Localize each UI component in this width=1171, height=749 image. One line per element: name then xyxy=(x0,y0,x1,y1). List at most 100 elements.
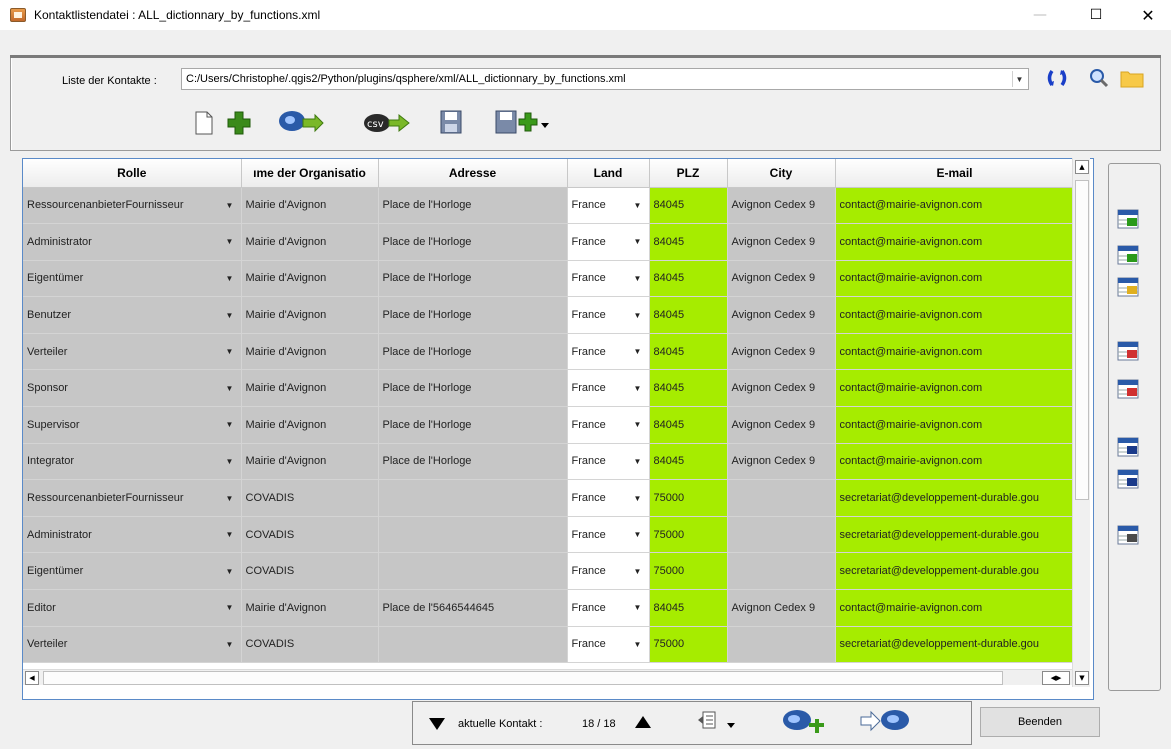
role-cell[interactable]: Administrator ▼ xyxy=(23,516,242,554)
plz-cell[interactable]: 75000 xyxy=(649,552,728,591)
city-cell[interactable] xyxy=(727,516,836,554)
city-cell[interactable]: Avignon Cedex 9 xyxy=(727,260,836,298)
chevron-down-icon[interactable]: ▼ xyxy=(223,311,237,320)
chevron-down-icon[interactable]: ▼ xyxy=(1012,71,1026,87)
column-header-country[interactable]: Land xyxy=(567,159,650,188)
previous-contact-icon[interactable] xyxy=(426,715,448,733)
plz-cell[interactable]: 84045 xyxy=(649,443,728,481)
email-cell[interactable]: contact@mairie-avignon.com xyxy=(835,223,1075,261)
table-row[interactable]: RessourcenanbieterFournisseur ▼ Mairie d'A… xyxy=(23,187,1075,225)
chevron-down-icon[interactable]: ▼ xyxy=(631,384,645,393)
chevron-down-icon[interactable]: ▼ xyxy=(631,420,645,429)
organisation-cell[interactable]: COVADIS xyxy=(241,479,379,517)
email-cell[interactable]: secretariat@developpement-durable.gou xyxy=(835,552,1075,591)
city-cell[interactable] xyxy=(727,479,836,517)
table-row[interactable]: Verteiler ▼ COVADIS France ▼ 75000 secretariat… xyxy=(23,626,1075,664)
email-cell[interactable]: contact@mairie-avignon.com xyxy=(835,406,1075,444)
table-icon[interactable] xyxy=(1117,524,1139,546)
reload-icon[interactable] xyxy=(1044,66,1070,90)
chevron-down-icon[interactable]: ▼ xyxy=(631,237,645,246)
horizontal-scroll-thumb[interactable] xyxy=(43,671,1003,685)
save-icon[interactable] xyxy=(438,108,464,136)
city-cell[interactable]: Avignon Cedex 9 xyxy=(727,443,836,481)
chevron-down-icon[interactable]: ▼ xyxy=(223,237,237,246)
chevron-down-icon[interactable]: ▼ xyxy=(631,494,645,503)
column-header-plz[interactable]: PLZ xyxy=(649,159,728,188)
country-cell[interactable]: France ▼ xyxy=(567,626,650,664)
add-contacts-icon[interactable] xyxy=(276,106,326,138)
address-cell[interactable]: Place de l'Horloge xyxy=(378,443,568,481)
organisation-cell[interactable]: COVADIS xyxy=(241,552,379,591)
country-cell[interactable]: France ▼ xyxy=(567,406,650,444)
vertical-scrollbar[interactable]: ▲ ▼ xyxy=(1072,158,1090,687)
table-row[interactable]: Sponsor ▼ Mairie d'Avignon Place de l'Horlo… xyxy=(23,369,1075,408)
quit-button[interactable]: Beenden xyxy=(980,707,1100,737)
table-row[interactable]: Integrator ▼ Mairie d'Avignon Place de l'H… xyxy=(23,443,1075,481)
country-cell[interactable]: France ▼ xyxy=(567,260,650,298)
organisation-cell[interactable]: COVADIS xyxy=(241,626,379,664)
plz-cell[interactable]: 75000 xyxy=(649,626,728,664)
city-cell[interactable]: Avignon Cedex 9 xyxy=(727,589,836,627)
country-cell[interactable]: France ▼ xyxy=(567,589,650,627)
chevron-down-icon[interactable]: ▼ xyxy=(223,347,237,356)
column-header-address[interactable]: Adresse xyxy=(378,159,568,188)
table-row[interactable]: Administrator ▼ COVADIS France ▼ 75000 secreta… xyxy=(23,516,1075,554)
import-csv-icon[interactable]: csv xyxy=(362,108,412,138)
city-cell[interactable]: Avignon Cedex 9 xyxy=(727,333,836,371)
address-cell[interactable]: Place de l'Horloge xyxy=(378,296,568,334)
next-contact-icon[interactable] xyxy=(632,713,654,731)
plz-cell[interactable]: 84045 xyxy=(649,589,728,627)
address-cell[interactable] xyxy=(378,479,568,517)
email-cell[interactable]: contact@mairie-avignon.com xyxy=(835,443,1075,481)
table-row[interactable]: Eigentümer ▼ Mairie d'Avignon Place de l'Ho… xyxy=(23,260,1075,298)
column-header-role[interactable]: Rolle xyxy=(23,159,242,188)
move-row-up-icon[interactable] xyxy=(1117,436,1139,458)
address-cell[interactable]: Place de l'Horloge xyxy=(378,187,568,225)
merge-contact-icon[interactable] xyxy=(776,706,826,736)
address-cell[interactable]: Place de l'Horloge xyxy=(378,369,568,408)
city-cell[interactable]: Avignon Cedex 9 xyxy=(727,296,836,334)
address-cell[interactable] xyxy=(378,552,568,591)
column-header-city[interactable]: City xyxy=(727,159,836,188)
chevron-down-icon[interactable]: ▼ xyxy=(223,420,237,429)
column-header-organisation[interactable]: ıme der Organisatio xyxy=(241,159,379,188)
table-row[interactable]: Editor ▼ Mairie d'Avignon Place de l'564654… xyxy=(23,589,1075,627)
role-cell[interactable]: Editor ▼ xyxy=(23,589,242,627)
chevron-down-icon[interactable]: ▼ xyxy=(223,640,237,649)
role-cell[interactable]: RessourcenanbieterFournisseur ▼ xyxy=(23,479,242,517)
address-cell[interactable]: Place de l'Horloge xyxy=(378,223,568,261)
search-icon[interactable] xyxy=(1086,66,1112,90)
email-cell[interactable]: contact@mairie-avignon.com xyxy=(835,589,1075,627)
scroll-left-icon[interactable]: ◀ xyxy=(25,671,39,685)
role-cell[interactable]: Eigentümer ▼ xyxy=(23,260,242,298)
chevron-down-icon[interactable]: ▼ xyxy=(631,311,645,320)
city-cell[interactable]: Avignon Cedex 9 xyxy=(727,187,836,225)
organisation-cell[interactable]: Mairie d'Avignon xyxy=(241,296,379,334)
table-row[interactable]: Administrator ▼ Mairie d'Avignon Place de l… xyxy=(23,223,1075,261)
horizontal-scrollbar[interactable]: ◀ ◀▶ xyxy=(23,669,1072,685)
role-cell[interactable]: Administrator ▼ xyxy=(23,223,242,261)
chevron-down-icon[interactable]: ▼ xyxy=(631,603,645,612)
role-cell[interactable]: Benutzer ▼ xyxy=(23,296,242,334)
table-row[interactable]: Supervisor ▼ Mairie d'Avignon Place de l'H… xyxy=(23,406,1075,444)
scroll-up-icon[interactable]: ▲ xyxy=(1075,160,1089,174)
plz-cell[interactable]: 84045 xyxy=(649,333,728,371)
email-cell[interactable]: contact@mairie-avignon.com xyxy=(835,260,1075,298)
chevron-down-icon[interactable]: ▼ xyxy=(631,567,645,576)
close-button[interactable]: ✕ xyxy=(1125,0,1171,30)
chevron-down-icon[interactable]: ▼ xyxy=(631,347,645,356)
plz-cell[interactable]: 84045 xyxy=(649,260,728,298)
email-cell[interactable]: secretariat@developpement-durable.gou xyxy=(835,479,1075,517)
add-contact-icon[interactable] xyxy=(224,108,254,138)
contact-menu-icon[interactable] xyxy=(696,708,740,736)
city-cell[interactable] xyxy=(727,626,836,664)
role-cell[interactable]: Verteiler ▼ xyxy=(23,333,242,371)
city-cell[interactable]: Avignon Cedex 9 xyxy=(727,406,836,444)
role-cell[interactable]: Integrator ▼ xyxy=(23,443,242,481)
save-as-icon[interactable] xyxy=(494,108,552,136)
chevron-down-icon[interactable]: ▼ xyxy=(223,457,237,466)
city-cell[interactable]: Avignon Cedex 9 xyxy=(727,223,836,261)
contact-file-path-combo[interactable]: C:/Users/Christophe/.qgis2/Python/plugin… xyxy=(181,68,1029,90)
chevron-down-icon[interactable]: ▼ xyxy=(223,494,237,503)
address-cell[interactable]: Place de l'Horloge xyxy=(378,333,568,371)
